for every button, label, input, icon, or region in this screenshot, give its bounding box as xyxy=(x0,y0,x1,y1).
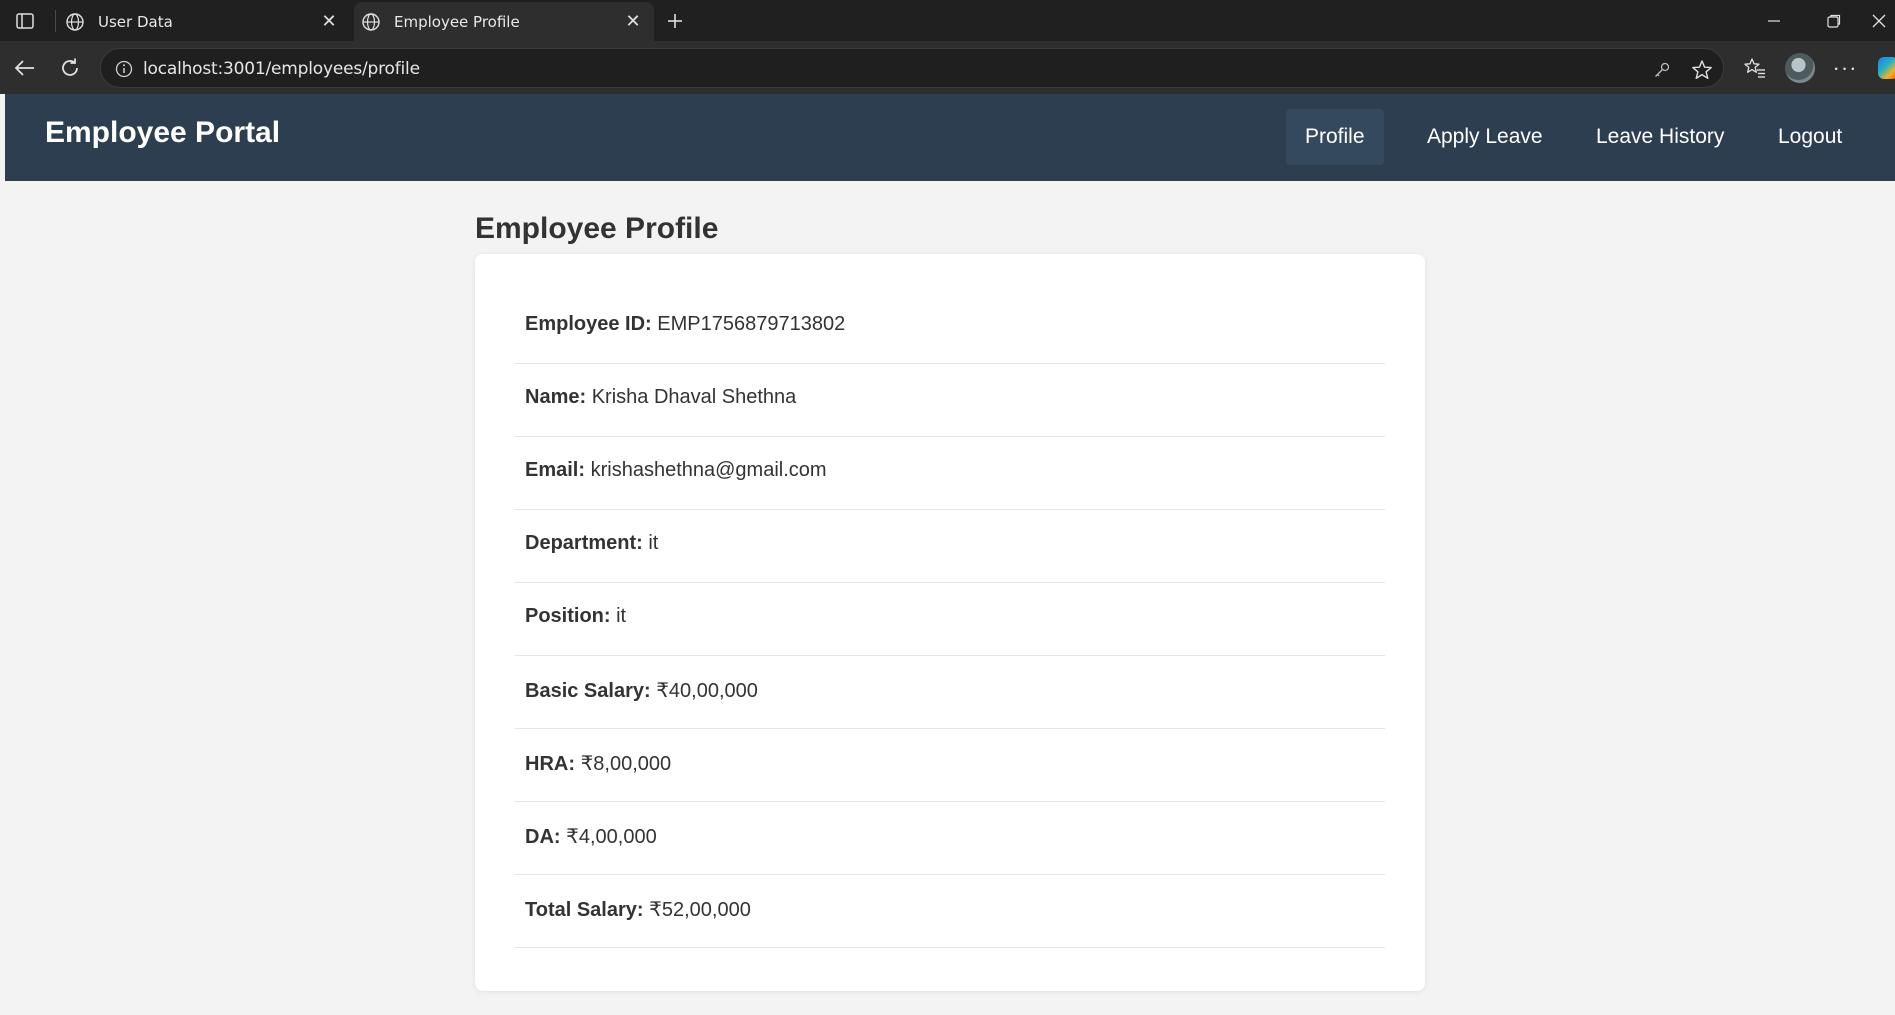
field-value: ₹4,00,000 xyxy=(566,826,657,848)
field-value: ₹8,00,000 xyxy=(580,753,672,775)
brand-title[interactable]: Employee Portal xyxy=(45,116,280,150)
browser-tab-bar: User Data ✕ Employee Profile ✕ xyxy=(0,0,1895,41)
plus-icon[interactable] xyxy=(660,6,690,36)
back-arrow-icon[interactable] xyxy=(8,51,42,85)
field-label: Email: xyxy=(525,459,586,481)
close-icon[interactable]: ✕ xyxy=(316,9,342,35)
sidebar-toggle-icon[interactable] xyxy=(10,8,40,34)
window-close-icon[interactable] xyxy=(1862,6,1895,36)
page-title: Employee Profile xyxy=(475,212,719,245)
field-label: Total Salary: xyxy=(525,899,644,921)
favorites-icon[interactable] xyxy=(1738,51,1772,85)
refresh-icon[interactable] xyxy=(53,51,87,85)
field-label: Employee ID: xyxy=(525,313,652,335)
tab-title: Employee Profile xyxy=(394,12,520,31)
field-value: ₹40,00,000 xyxy=(656,680,758,702)
browser-toolbar: localhost:3001/employees/profile ··· xyxy=(0,41,1895,94)
field-label: Name: xyxy=(525,386,587,408)
profile-row-department: Department: it xyxy=(515,510,1385,583)
key-icon[interactable] xyxy=(1649,57,1675,83)
globe-icon xyxy=(64,11,86,33)
page: Employee Portal Profile Apply Leave Leav… xyxy=(5,94,1895,1015)
globe-icon xyxy=(360,11,382,33)
avatar[interactable] xyxy=(1785,53,1815,83)
info-icon[interactable] xyxy=(113,58,135,80)
tab-title: User Data xyxy=(98,12,173,31)
close-icon[interactable]: ✕ xyxy=(620,9,646,35)
more-icon[interactable]: ··· xyxy=(1828,51,1862,85)
nav-apply-leave[interactable]: Apply Leave xyxy=(1408,109,1562,165)
field-value: it xyxy=(648,532,659,554)
field-label: HRA: xyxy=(525,753,575,775)
field-label: Department: xyxy=(525,532,643,554)
field-value: EMP1756879713802 xyxy=(657,313,846,335)
profile-row-email: Email: krishashethna@gmail.com xyxy=(515,437,1385,510)
star-icon[interactable] xyxy=(1689,57,1715,83)
tab-employee-profile[interactable]: Employee Profile ✕ xyxy=(354,2,654,41)
tab-separator xyxy=(55,10,56,32)
restore-icon[interactable] xyxy=(1812,6,1856,36)
profile-row-name: Name: Krisha Dhaval Shethna xyxy=(515,364,1385,437)
field-value: krishashethna@gmail.com xyxy=(590,459,827,481)
tab-user-data[interactable]: User Data ✕ xyxy=(58,2,350,41)
field-value: Krisha Dhaval Shethna xyxy=(591,386,797,408)
field-value: ₹52,00,000 xyxy=(649,899,751,921)
url-text[interactable]: localhost:3001/employees/profile xyxy=(143,59,420,79)
field-value: it xyxy=(616,605,627,627)
profile-row-hra: HRA: ₹8,00,000 xyxy=(515,729,1385,802)
minimize-icon[interactable] xyxy=(1752,6,1796,36)
copilot-icon[interactable] xyxy=(1878,57,1895,79)
profile-row-position: Position: it xyxy=(515,583,1385,656)
profile-row-basic-salary: Basic Salary: ₹40,00,000 xyxy=(515,656,1385,729)
nav-logout[interactable]: Logout xyxy=(1759,109,1861,165)
field-label: Basic Salary: xyxy=(525,680,651,702)
app-navbar: Employee Portal Profile Apply Leave Leav… xyxy=(5,94,1895,181)
profile-card: Employee ID: EMP1756879713802 Name: Kris… xyxy=(475,254,1425,991)
nav-profile[interactable]: Profile xyxy=(1286,109,1384,165)
field-label: DA: xyxy=(525,826,561,848)
address-bar[interactable]: localhost:3001/employees/profile xyxy=(100,48,1724,88)
profile-row-da: DA: ₹4,00,000 xyxy=(515,802,1385,875)
field-label: Position: xyxy=(525,605,611,627)
nav-leave-history[interactable]: Leave History xyxy=(1577,109,1743,165)
profile-row-employee-id: Employee ID: EMP1756879713802 xyxy=(515,291,1385,364)
profile-row-total-salary: Total Salary: ₹52,00,000 xyxy=(515,875,1385,948)
